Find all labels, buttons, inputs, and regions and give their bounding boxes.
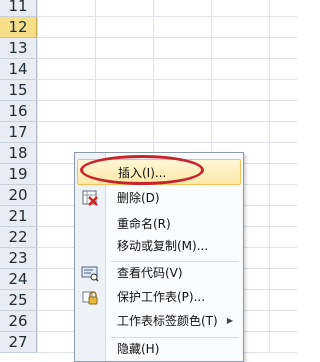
row-13[interactable]: 13 [0,38,297,59]
delete-sheet-icon [81,189,99,207]
row-cells[interactable] [37,101,297,122]
menu-item-delete[interactable]: 删除(D) [77,185,241,211]
menu-item-move-copy[interactable]: 移动或复制(M)... [77,233,241,259]
row-17[interactable]: 17 [0,122,297,143]
menu-item-insert[interactable]: 插入(I)... [77,159,241,185]
row-header[interactable]: 14 [0,59,37,80]
view-code-icon [81,264,99,282]
row-header[interactable]: 18 [0,143,37,164]
row-16[interactable]: 16 [0,101,297,122]
row-header[interactable]: 13 [0,38,37,59]
menu-item-protect-sheet[interactable]: 保护工作表(P)... [77,284,241,310]
row-header[interactable]: 20 [0,185,37,206]
row-header[interactable]: 27 [0,332,37,353]
row-cells[interactable] [37,80,297,101]
menu-item-label: 隐藏(H) [117,342,160,356]
menu-item-tab-color[interactable]: 工作表标签颜色(T) ▶ [77,308,241,334]
row-cells[interactable] [37,17,297,38]
row-header[interactable]: 16 [0,101,37,122]
row-12[interactable]: 12 [0,17,297,38]
menu-item-label: 保护工作表(P)... [117,290,206,304]
row-15[interactable]: 15 [0,80,297,101]
row-header[interactable]: 24 [0,269,37,290]
row-header[interactable]: 15 [0,80,37,101]
row-header[interactable]: 22 [0,227,37,248]
row-11[interactable]: 11 [0,0,297,17]
submenu-arrow-icon: ▶ [226,316,233,325]
sheet-tab-context-menu: 插入(I)... 删除(D) 重命名(R) 移动或复制(M)... 查看代码(V… [74,152,244,362]
row-header[interactable]: 11 [0,0,37,17]
menu-item-hide[interactable]: 隐藏(H) [77,336,241,362]
row-header-active[interactable]: 12 [0,17,37,38]
row-cells[interactable] [37,38,297,59]
row-cells[interactable] [37,122,297,143]
menu-item-label: 移动或复制(M)... [117,239,209,253]
menu-item-label: 删除(D) [117,191,160,205]
menu-item-label: 查看代码(V) [117,266,183,280]
row-14[interactable]: 14 [0,59,297,80]
row-cells[interactable] [37,0,297,17]
row-header[interactable]: 17 [0,122,37,143]
menu-item-label: 工作表标签颜色(T) [117,314,218,328]
row-cells[interactable] [37,59,297,80]
row-header[interactable]: 25 [0,290,37,311]
row-header[interactable]: 21 [0,206,37,227]
lock-icon [81,288,99,306]
row-header[interactable]: 26 [0,311,37,332]
row-header[interactable]: 19 [0,164,37,185]
menu-item-label: 插入(I)... [118,166,167,180]
row-header[interactable]: 23 [0,248,37,269]
menu-item-view-code[interactable]: 查看代码(V) [77,260,241,286]
